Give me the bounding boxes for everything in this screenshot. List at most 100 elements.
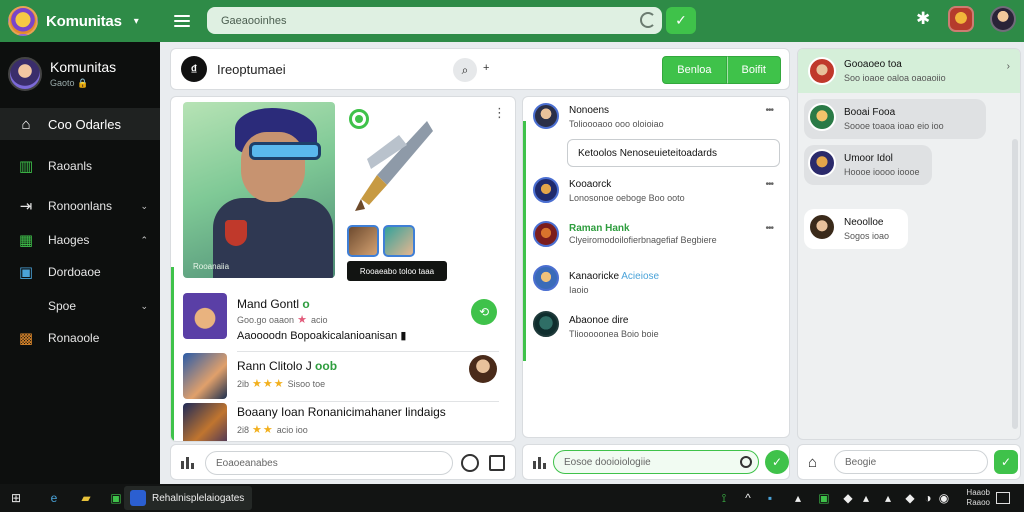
message-text: Sogos ioao bbox=[844, 231, 890, 241]
scrollbar[interactable] bbox=[1012, 139, 1018, 429]
right-panel-header[interactable]: Gooaoeo toa Soo ioaoe oaloa oaoaoiio › bbox=[798, 49, 1020, 93]
chart-icon[interactable] bbox=[181, 455, 195, 469]
right-message-input[interactable]: Beogie bbox=[834, 450, 988, 474]
right-chat-panel: Gooaoeo toa Soo ioaoe oaloa oaoaoiio › B… bbox=[797, 48, 1021, 440]
user-avatar[interactable] bbox=[990, 6, 1016, 32]
avatar bbox=[533, 311, 559, 337]
right-header-name: Gooaoeo toa bbox=[844, 59, 902, 70]
chat-message-input[interactable]: Eosoe dooioiologiie bbox=[553, 450, 759, 474]
network-icon[interactable]: ▪ bbox=[762, 490, 778, 506]
post-avatar bbox=[183, 403, 227, 441]
chevron-right-icon[interactable]: › bbox=[1007, 61, 1010, 72]
hero-caption: Rooanaiia bbox=[193, 262, 230, 271]
profile-status: Gaoto 🔒 bbox=[50, 78, 89, 88]
more-icon[interactable]: ⋮ bbox=[493, 105, 506, 121]
shield-icon[interactable]: ⟟ bbox=[716, 490, 732, 506]
search-input[interactable]: Gaeaooinhes bbox=[207, 7, 662, 34]
avatar bbox=[8, 57, 42, 91]
chart-icon: ▥ bbox=[18, 158, 34, 175]
sidebar-item-games[interactable]: ▩ Ronaoole bbox=[0, 322, 160, 354]
sticker-icon[interactable] bbox=[489, 455, 505, 471]
sidebar-item-documents[interactable]: ▣ Dordoaoe bbox=[0, 256, 160, 288]
tray-icon[interactable]: ◆ bbox=[840, 490, 856, 506]
plus-icon[interactable]: + bbox=[483, 62, 489, 74]
sidebar-item-home[interactable]: ⌂ Coo Odarles bbox=[0, 108, 160, 140]
taskbar-clock[interactable]: Haaob Raaoo bbox=[966, 488, 990, 508]
chat-preview: Iaoio bbox=[569, 285, 589, 295]
top-bar: Komunitas ▾ Gaeaooinhes ✓ ✱ bbox=[0, 0, 1024, 42]
windows-icon[interactable]: ⊞ bbox=[8, 490, 24, 506]
thumbnail-2[interactable] bbox=[383, 225, 415, 257]
refresh-icon[interactable] bbox=[640, 12, 656, 28]
emoji-icon[interactable] bbox=[740, 456, 752, 468]
search-icon[interactable]: ⌕ bbox=[453, 58, 477, 82]
gear-icon[interactable]: ✱ bbox=[916, 10, 932, 27]
feed-message-input[interactable]: Eoaoeanabes bbox=[205, 451, 453, 475]
lock-icon: 🔒 bbox=[77, 78, 89, 88]
post-avatar bbox=[183, 293, 227, 339]
thumbnail-1[interactable] bbox=[347, 225, 379, 257]
accent-bar bbox=[171, 267, 174, 441]
tray-icon[interactable]: ▣ bbox=[816, 490, 832, 506]
more-icon[interactable]: ••• bbox=[765, 223, 773, 234]
link-button[interactable]: ⟲ bbox=[471, 299, 497, 325]
chat-name: Raman Hank bbox=[569, 223, 630, 234]
chevron-down-icon[interactable]: ⌄ bbox=[140, 201, 148, 212]
hero-image[interactable]: Rooanaiia bbox=[183, 102, 335, 278]
sidebar-item-routes[interactable]: ⇥ Ronoonlans ⌄ bbox=[0, 190, 160, 222]
arrow-icon: ⇥ bbox=[19, 198, 33, 215]
avatar[interactable] bbox=[469, 355, 497, 383]
tray-icon[interactable]: ◑ bbox=[920, 490, 936, 506]
avatar bbox=[533, 103, 559, 129]
chat-name: Kanaoricke Acieiose bbox=[569, 271, 660, 282]
emoji-icon[interactable] bbox=[461, 454, 479, 472]
tray-icon[interactable]: ▴ bbox=[790, 490, 806, 506]
taskbar-active-window[interactable]: Rehalnisplelaiogates bbox=[124, 486, 252, 510]
brand[interactable]: Komunitas ▾ bbox=[0, 0, 160, 42]
app-icon[interactable]: ▣ bbox=[108, 490, 124, 506]
more-icon[interactable]: ••• bbox=[765, 179, 773, 190]
sidebar-item-label: Raoanls bbox=[48, 159, 93, 173]
avatar bbox=[808, 103, 836, 131]
sidebar-item-label: Ronaoole bbox=[48, 331, 100, 345]
chevron-down-icon[interactable]: ▾ bbox=[134, 16, 139, 27]
tray-icon[interactable]: ▴ bbox=[880, 490, 896, 506]
page-icon: ₫ bbox=[181, 56, 207, 82]
menu-icon[interactable] bbox=[174, 15, 190, 27]
search-submit-button[interactable]: ✓ bbox=[666, 7, 696, 34]
browser-icon[interactable]: e bbox=[46, 490, 62, 506]
header-button-left[interactable]: Benloa bbox=[662, 56, 727, 84]
header-button-right[interactable]: Boifit bbox=[726, 56, 781, 84]
app-icon bbox=[130, 490, 146, 506]
right-composer: ⌂ Beogie ✓ bbox=[797, 444, 1021, 480]
sidebar-profile[interactable]: Komunitas Gaoto 🔒 bbox=[0, 42, 160, 106]
chevron-down-icon[interactable]: ⌄ bbox=[140, 301, 148, 312]
sidebar-item-label: Dordoaoe bbox=[48, 265, 101, 279]
message-sender: Umoor Idol bbox=[844, 153, 893, 164]
tray-icon[interactable]: ◉ bbox=[936, 490, 952, 506]
folder-icon[interactable]: ▰ bbox=[78, 490, 94, 506]
feed-composer: Eoaoeanabes bbox=[170, 444, 516, 480]
tray-icon[interactable]: ▴ bbox=[858, 490, 874, 506]
post-meta: 2i8 ★★ acio ioo bbox=[237, 424, 308, 436]
home-icon[interactable]: ⌂ bbox=[808, 454, 817, 471]
avatar bbox=[808, 57, 836, 85]
image-icon: ▦ bbox=[18, 232, 34, 249]
avatar bbox=[533, 265, 559, 291]
send-button[interactable]: ✓ bbox=[765, 450, 789, 474]
chevron-up-icon[interactable]: ^ bbox=[740, 490, 756, 506]
sidebar-item-images[interactable]: ▦ Haoges ⌃ bbox=[0, 224, 160, 256]
avatar bbox=[808, 213, 836, 241]
post-description: Aaoooodn Bopoakicalanioanisan ▮ bbox=[237, 330, 407, 342]
chevron-up-icon[interactable]: ⌃ bbox=[140, 235, 148, 246]
sidebar-item-stats[interactable]: ▥ Raoanls bbox=[0, 150, 160, 182]
send-button[interactable]: ✓ bbox=[994, 450, 1018, 474]
more-icon[interactable]: ••• bbox=[765, 105, 773, 116]
post-title: Boaany Ioan Ronanicimahaner lindaigs bbox=[237, 405, 446, 419]
tray-icon[interactable]: ◆ bbox=[902, 490, 918, 506]
chart-icon[interactable] bbox=[533, 455, 547, 469]
notifications-icon[interactable] bbox=[996, 492, 1010, 504]
star-avatar[interactable] bbox=[948, 6, 974, 32]
post-meta: Goo.go oaaon ★ acio bbox=[237, 314, 328, 326]
sidebar-item-spoe[interactable]: Spoe ⌄ bbox=[0, 290, 160, 322]
